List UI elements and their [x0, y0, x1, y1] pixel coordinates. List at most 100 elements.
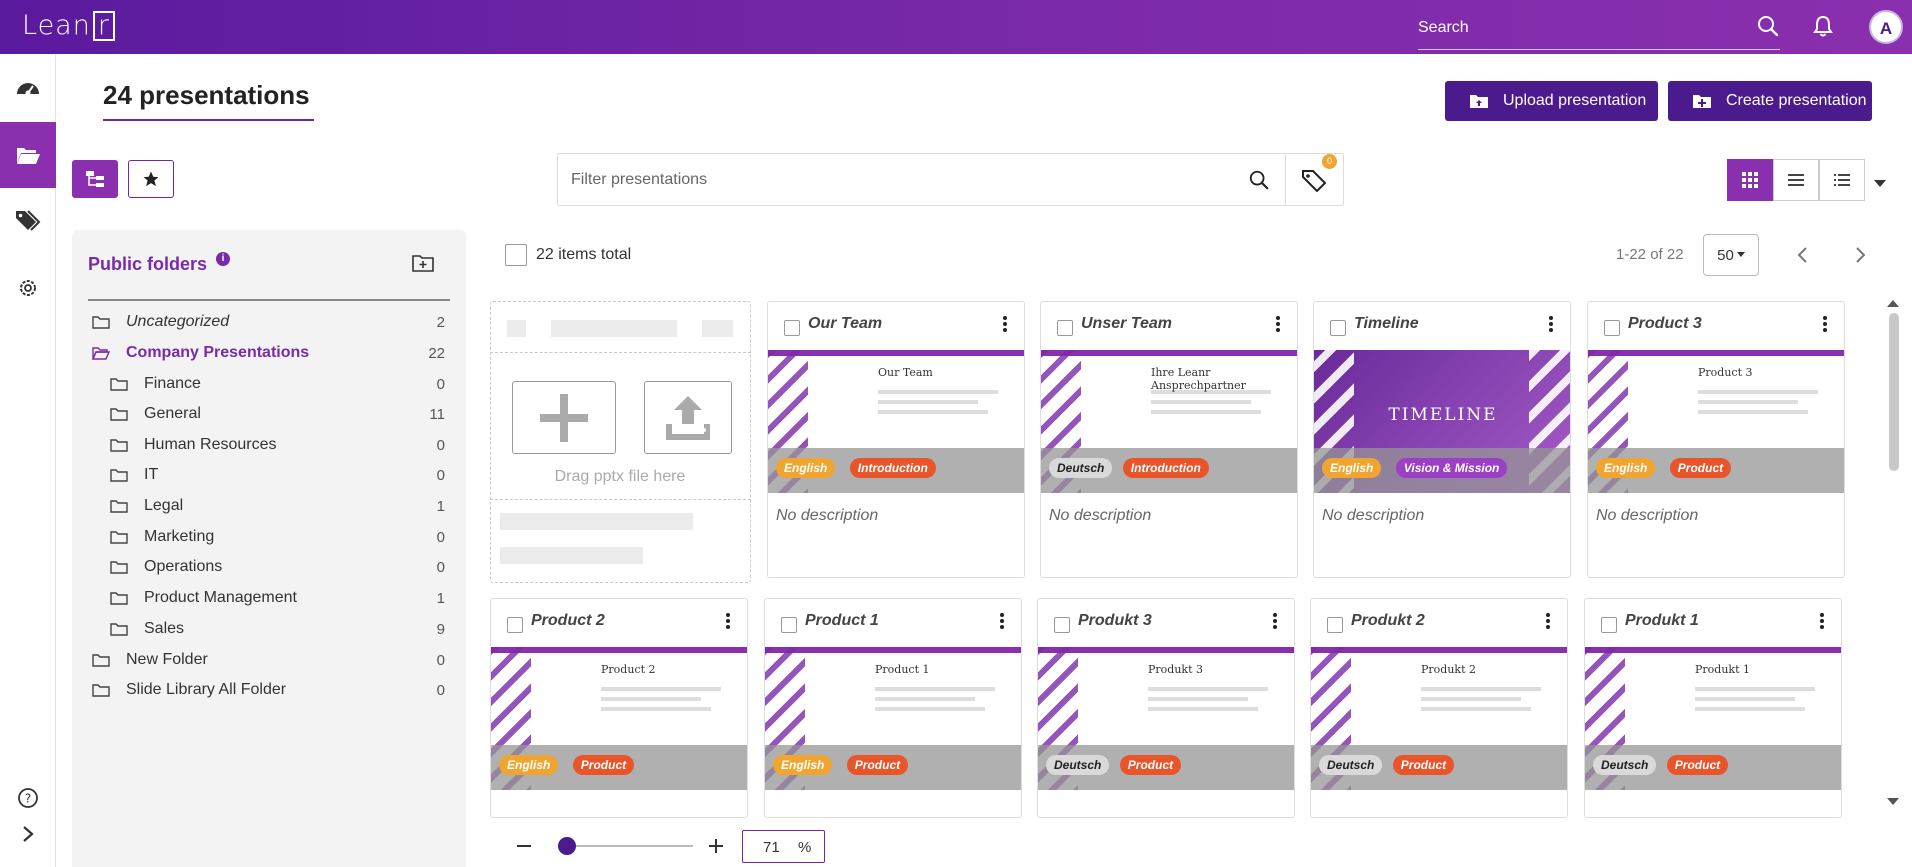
next-page-button[interactable]	[1853, 245, 1867, 270]
card-checkbox[interactable]	[781, 617, 797, 633]
presentation-card[interactable]: Timeline TIMELINE English Vision & Mission N…	[1313, 301, 1571, 578]
zoom-value-input[interactable]: 71 %	[742, 830, 825, 863]
tag-pill[interactable]: Product	[1392, 755, 1455, 775]
nav-tags[interactable]	[0, 190, 56, 250]
tag-pill[interactable]: Introduction	[1122, 458, 1209, 478]
folder-item[interactable]: Sales 9	[110, 614, 445, 644]
presentation-card[interactable]: Product 1 Product 1 English Product	[764, 598, 1022, 818]
card-checkbox[interactable]	[1057, 320, 1073, 336]
folder-tree-toggle[interactable]	[72, 160, 118, 198]
per-page-select[interactable]: 50	[1703, 234, 1759, 276]
search-icon[interactable]	[1756, 14, 1780, 43]
tag-pill[interactable]: English	[499, 755, 559, 775]
nav-presentations[interactable]	[0, 122, 56, 188]
presentation-card[interactable]: Produkt 2 Produkt 2 Deutsch Product	[1310, 598, 1568, 818]
card-checkbox[interactable]	[1330, 320, 1346, 336]
folder-item[interactable]: Product Management 1	[110, 583, 445, 613]
card-checkbox[interactable]	[784, 320, 800, 336]
tag-pill[interactable]: Deutsch	[1593, 755, 1657, 775]
tag-pill[interactable]: Product	[572, 755, 635, 775]
more-vertical-icon[interactable]	[1272, 612, 1278, 635]
tag-pill[interactable]: Deutsch	[1049, 458, 1113, 478]
bell-icon[interactable]	[1812, 14, 1834, 43]
folder-item[interactable]: Uncategorized 2	[92, 307, 445, 337]
create-presentation-button[interactable]: Create presentation	[1668, 81, 1872, 121]
more-vertical-icon[interactable]	[725, 612, 731, 635]
global-search-input[interactable]: Search	[1418, 10, 1780, 50]
slide-thumbnail[interactable]: Our Team English Introduction	[768, 350, 1024, 493]
nav-dashboard[interactable]	[0, 58, 56, 118]
add-folder-icon[interactable]	[412, 254, 434, 277]
folder-item[interactable]: Operations 0	[110, 552, 445, 582]
card-checkbox[interactable]	[507, 617, 523, 633]
nav-settings[interactable]	[0, 258, 56, 318]
tag-pill[interactable]: Product	[1119, 755, 1182, 775]
slide-thumbnail[interactable]: Product 3 English Product	[1588, 350, 1844, 493]
presentation-card[interactable]: Produkt 3 Produkt 3 Deutsch Product	[1037, 598, 1295, 818]
more-vertical-icon[interactable]	[1002, 315, 1008, 338]
more-vertical-icon[interactable]	[1548, 315, 1554, 338]
folder-item[interactable]: Legal 1	[110, 491, 445, 521]
tag-pill[interactable]: Product	[1669, 458, 1732, 478]
presentation-card[interactable]: Produkt 1 Produkt 1 Deutsch Product	[1584, 598, 1842, 818]
presentation-card[interactable]: Unser Team Ihre Leanr Ansprechpartner Deut…	[1040, 301, 1298, 578]
tag-pill[interactable]: Deutsch	[1046, 755, 1110, 775]
info-icon[interactable]: i	[216, 252, 230, 266]
card-checkbox[interactable]	[1054, 617, 1070, 633]
tag-pill[interactable]: Vision & Mission	[1395, 458, 1508, 478]
more-vertical-icon[interactable]	[1822, 315, 1828, 338]
card-checkbox[interactable]	[1604, 320, 1620, 336]
folder-item[interactable]: Finance 0	[110, 369, 445, 399]
prev-page-button[interactable]	[1796, 245, 1810, 270]
folder-item[interactable]: Company Presentations 22	[92, 338, 445, 368]
filter-search-icon[interactable]	[1248, 169, 1270, 196]
view-options-caret-icon[interactable]	[1874, 175, 1886, 193]
tag-filter-icon[interactable]	[1301, 166, 1329, 197]
slide-thumbnail[interactable]: Product 1 English Product	[765, 647, 1021, 790]
folder-item[interactable]: Slide Library All Folder 0	[92, 675, 445, 705]
presentation-card[interactable]: Product 2 Product 2 English Product	[490, 598, 748, 818]
folder-item[interactable]: Marketing 0	[110, 522, 445, 552]
folder-item[interactable]: Human Resources 0	[110, 430, 445, 460]
upload-dropzone[interactable]: Drag pptx file here	[489, 301, 751, 583]
dropzone-upload-button[interactable]	[644, 381, 732, 454]
tag-pill[interactable]: Product	[1666, 755, 1729, 775]
zoom-slider-handle[interactable]	[558, 837, 576, 855]
zoom-in-button[interactable]	[709, 831, 723, 866]
tag-pill[interactable]: Introduction	[849, 458, 936, 478]
card-checkbox[interactable]	[1327, 617, 1343, 633]
list-view-button[interactable]	[1773, 159, 1819, 201]
more-vertical-icon[interactable]	[1545, 612, 1551, 635]
slide-thumbnail[interactable]: Ihre Leanr Ansprechpartner Deutsch Introdu…	[1041, 350, 1297, 493]
slide-thumbnail[interactable]: Product 2 English Product	[491, 647, 747, 790]
scroll-up-icon[interactable]	[1887, 294, 1899, 312]
slide-thumbnail[interactable]: Produkt 2 Deutsch Product	[1311, 647, 1567, 790]
user-avatar[interactable]: A	[1869, 10, 1903, 44]
upload-presentation-button[interactable]: Upload presentation	[1445, 81, 1658, 121]
scrollbar-thumb[interactable]	[1889, 313, 1899, 471]
detail-list-view-button[interactable]	[1819, 159, 1865, 201]
tag-pill[interactable]: English	[773, 755, 833, 775]
folder-item[interactable]: IT 0	[110, 460, 445, 490]
slide-thumbnail[interactable]: Produkt 1 Deutsch Product	[1585, 647, 1841, 790]
slide-thumbnail[interactable]: Produkt 3 Deutsch Product	[1038, 647, 1294, 790]
nav-expand[interactable]	[0, 804, 56, 864]
dropzone-add-button[interactable]	[512, 381, 616, 454]
tag-pill[interactable]: Deutsch	[1319, 755, 1383, 775]
scroll-down-icon[interactable]	[1887, 793, 1899, 811]
tag-pill[interactable]: Product	[846, 755, 909, 775]
more-vertical-icon[interactable]	[1275, 315, 1281, 338]
slide-thumbnail[interactable]: TIMELINE English Vision & Mission	[1314, 350, 1570, 493]
more-vertical-icon[interactable]	[1819, 612, 1825, 635]
presentation-card[interactable]: Our Team Our Team English Introduction No de…	[767, 301, 1025, 578]
tag-pill[interactable]: English	[1596, 458, 1656, 478]
grid-view-button[interactable]	[1727, 159, 1773, 201]
presentation-card[interactable]: Product 3 Product 3 English Product No descr…	[1587, 301, 1845, 578]
zoom-out-button[interactable]	[517, 831, 531, 866]
leanr-logo[interactable]: Lean r	[22, 10, 115, 41]
tag-pill[interactable]: English	[776, 458, 836, 478]
tag-pill[interactable]: English	[1322, 458, 1382, 478]
folder-item[interactable]: General 11	[110, 399, 445, 429]
filter-presentations-input[interactable]: Filter presentations	[571, 171, 707, 189]
zoom-slider-track[interactable]	[563, 845, 693, 847]
